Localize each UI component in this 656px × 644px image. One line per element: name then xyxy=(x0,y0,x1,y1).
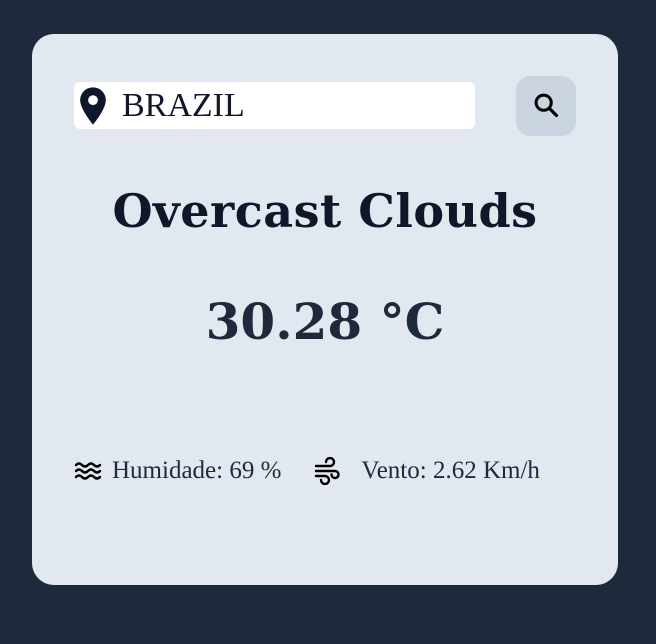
weather-card: Overcast Clouds 30.28 °C Humidade: 69 % xyxy=(32,34,618,585)
search-field[interactable] xyxy=(74,82,475,129)
wind-icon xyxy=(313,457,341,485)
temperature: 30.28 °C xyxy=(205,292,445,351)
wind-info: Vento: 2.62 Km/h xyxy=(313,457,540,485)
search-input[interactable] xyxy=(122,86,452,125)
wind-label: Vento: 2.62 Km/h xyxy=(361,457,540,484)
weather-condition: Overcast Clouds xyxy=(112,184,538,238)
search-button[interactable] xyxy=(516,76,576,136)
search-bar xyxy=(74,76,576,136)
water-waves-icon xyxy=(74,457,102,485)
map-pin-icon xyxy=(79,86,107,126)
weather-details: Humidade: 69 % Vento: 2.62 Km/h xyxy=(74,454,540,488)
humidity-label: Humidade: 69 % xyxy=(112,457,282,484)
search-icon xyxy=(532,91,560,122)
humidity-info: Humidade: 69 % xyxy=(74,457,281,485)
